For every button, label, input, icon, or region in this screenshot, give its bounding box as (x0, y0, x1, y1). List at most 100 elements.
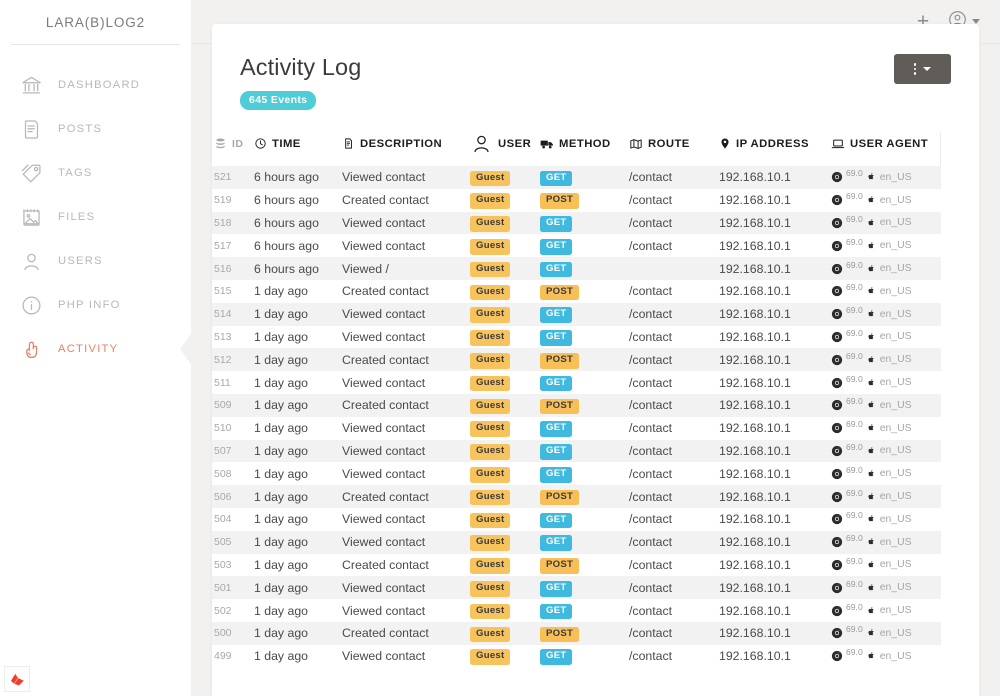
sidebar-item-files[interactable]: FILES (0, 195, 191, 239)
table-row[interactable]: 5001 day agoCreated contactGuestPOST/con… (212, 622, 941, 645)
cell-time: 1 day ago (254, 417, 342, 440)
sidebar-nav: DASHBOARDPOSTSTAGS FILES USERSPHP INFOACTI… (0, 45, 191, 371)
cell-ip-address: 192.168.10.1 (719, 394, 831, 417)
sidebar-item-dashboard[interactable]: DASHBOARD (0, 63, 191, 107)
sidebar-item-php-info[interactable]: PHP INFO (0, 283, 191, 327)
user-badge: Guest (470, 376, 510, 392)
cell-time: 6 hours ago (254, 189, 342, 212)
table-row[interactable]: 5186 hours agoViewed contactGuestGET/con… (212, 212, 941, 235)
apple-icon (866, 263, 876, 275)
cell-user: Guest (470, 440, 540, 463)
table-row[interactable]: 5121 day agoCreated contactGuestPOST/con… (212, 348, 941, 371)
cell-time: 1 day ago (254, 462, 342, 485)
column-header-ip[interactable]: IP ADDRESS (719, 132, 831, 166)
cell-description: Viewed contact (342, 440, 470, 463)
apple-icon (866, 194, 876, 206)
method-badge: GET (540, 330, 572, 346)
table-row[interactable]: 5151 day agoCreated contactGuestPOST/con… (212, 280, 941, 303)
locale-label: en_US (880, 331, 912, 342)
user-badge: Guest (470, 421, 510, 437)
table-row[interactable]: 5051 day agoViewed contactGuestGET/conta… (212, 531, 941, 554)
cell-ip-address: 192.168.10.1 (719, 599, 831, 622)
column-header-time[interactable]: TIME (254, 132, 342, 166)
column-header-method[interactable]: METHOD (540, 132, 629, 166)
table-row[interactable]: 5061 day agoCreated contactGuestPOST/con… (212, 485, 941, 508)
table-row[interactable]: 5166 hours agoViewed /GuestGET192.168.10… (212, 257, 941, 280)
table-row[interactable]: 5131 day agoViewed contactGuestGET/conta… (212, 326, 941, 349)
table-header-row: IDTIMEDESCRIPTIONUSERMETHODROUTE IP ADDRE… (212, 132, 941, 166)
cell-route: /contact (629, 645, 719, 668)
sidebar-item-users[interactable]: USERS (0, 239, 191, 283)
cell-user: Guest (470, 417, 540, 440)
column-header-ua[interactable]: USER AGENT (831, 132, 941, 166)
table-actions-button[interactable] (894, 54, 951, 84)
browser-version: 69.0 (846, 351, 863, 361)
info-circle-icon (19, 293, 44, 318)
browser-version: 69.0 (846, 602, 863, 612)
table-row[interactable]: 5031 day agoCreated contactGuestPOST/con… (212, 554, 941, 577)
apple-icon (866, 331, 876, 343)
cell-description: Created contact (342, 280, 470, 303)
browser-version: 69.0 (846, 396, 863, 406)
document-icon (19, 117, 44, 142)
cell-time: 6 hours ago (254, 212, 342, 235)
cell-id: 511 (212, 371, 254, 394)
table-header: IDTIMEDESCRIPTIONUSERMETHODROUTE IP ADDRE… (212, 132, 941, 166)
method-badge: GET (540, 171, 572, 187)
table-scrollbar[interactable] (941, 132, 950, 668)
cell-method: GET (540, 371, 629, 394)
cell-method: GET (540, 257, 629, 280)
chrome-icon (831, 171, 843, 183)
apple-icon (866, 468, 876, 480)
method-badge: GET (540, 604, 572, 620)
sidebar-item-tags[interactable]: TAGS (0, 151, 191, 195)
table-row[interactable]: 5081 day agoViewed contactGuestGET/conta… (212, 462, 941, 485)
chrome-icon (831, 377, 843, 389)
method-badge: GET (540, 239, 572, 255)
sidebar-item-posts[interactable]: POSTS (0, 107, 191, 151)
browser-version: 69.0 (846, 214, 863, 224)
cell-route: /contact (629, 394, 719, 417)
table-row[interactable]: 5176 hours agoViewed contactGuestGET/con… (212, 234, 941, 257)
main-area: + Activity Log 645 Events (191, 0, 1000, 696)
cell-route: /contact (629, 371, 719, 394)
locale-label: en_US (880, 195, 912, 206)
table-row[interactable]: 4991 day agoViewed contactGuestGET/conta… (212, 645, 941, 668)
laptop-icon (831, 137, 845, 151)
cell-description: Created contact (342, 348, 470, 371)
cell-method: GET (540, 599, 629, 622)
cell-method: POST (540, 280, 629, 303)
table-row[interactable]: 5071 day agoViewed contactGuestGET/conta… (212, 440, 941, 463)
column-header-id[interactable]: ID (212, 132, 254, 166)
cell-user: Guest (470, 599, 540, 622)
user-badge: Guest (470, 649, 510, 665)
cell-route (629, 257, 719, 280)
column-header-user[interactable]: USER (470, 132, 540, 166)
browser-version: 69.0 (846, 624, 863, 634)
cell-description: Viewed contact (342, 234, 470, 257)
column-header-route[interactable]: ROUTE (629, 132, 719, 166)
column-header-label: IP ADDRESS (736, 138, 809, 150)
sidebar-item-label: FILES (58, 211, 95, 223)
table-row[interactable]: 5216 hours agoViewed contactGuestGET/con… (212, 166, 941, 189)
cell-id: 521 (212, 166, 254, 189)
sidebar-item-activity[interactable]: ACTIVITY (0, 327, 191, 371)
chrome-icon (831, 354, 843, 366)
chevron-down-icon (923, 67, 931, 71)
laravel-icon (4, 666, 30, 692)
cell-user-agent: 69.0en_US (831, 576, 941, 599)
table-row[interactable]: 5111 day agoViewed contactGuestGET/conta… (212, 371, 941, 394)
table-row[interactable]: 5021 day agoViewed contactGuestGET/conta… (212, 599, 941, 622)
table-row[interactable]: 5041 day agoViewed contactGuestGET/conta… (212, 508, 941, 531)
table-row[interactable]: 5011 day agoViewed contactGuestGET/conta… (212, 576, 941, 599)
table-row[interactable]: 5196 hours agoCreated contactGuestPOST/c… (212, 189, 941, 212)
cell-ip-address: 192.168.10.1 (719, 303, 831, 326)
table-row[interactable]: 5091 day agoCreated contactGuestPOST/con… (212, 394, 941, 417)
cell-user-agent: 69.0en_US (831, 599, 941, 622)
column-header-desc[interactable]: DESCRIPTION (342, 132, 470, 166)
activity-log-page: LARA(B)LOG2 DASHBOARDPOSTSTAGSFILESUSERS… (0, 0, 1000, 696)
table-row[interactable]: 5101 day agoViewed contactGuestGET/conta… (212, 417, 941, 440)
table-row[interactable]: 5141 day agoViewed contactGuestGET/conta… (212, 303, 941, 326)
cell-method: GET (540, 440, 629, 463)
browser-version: 69.0 (846, 442, 863, 452)
